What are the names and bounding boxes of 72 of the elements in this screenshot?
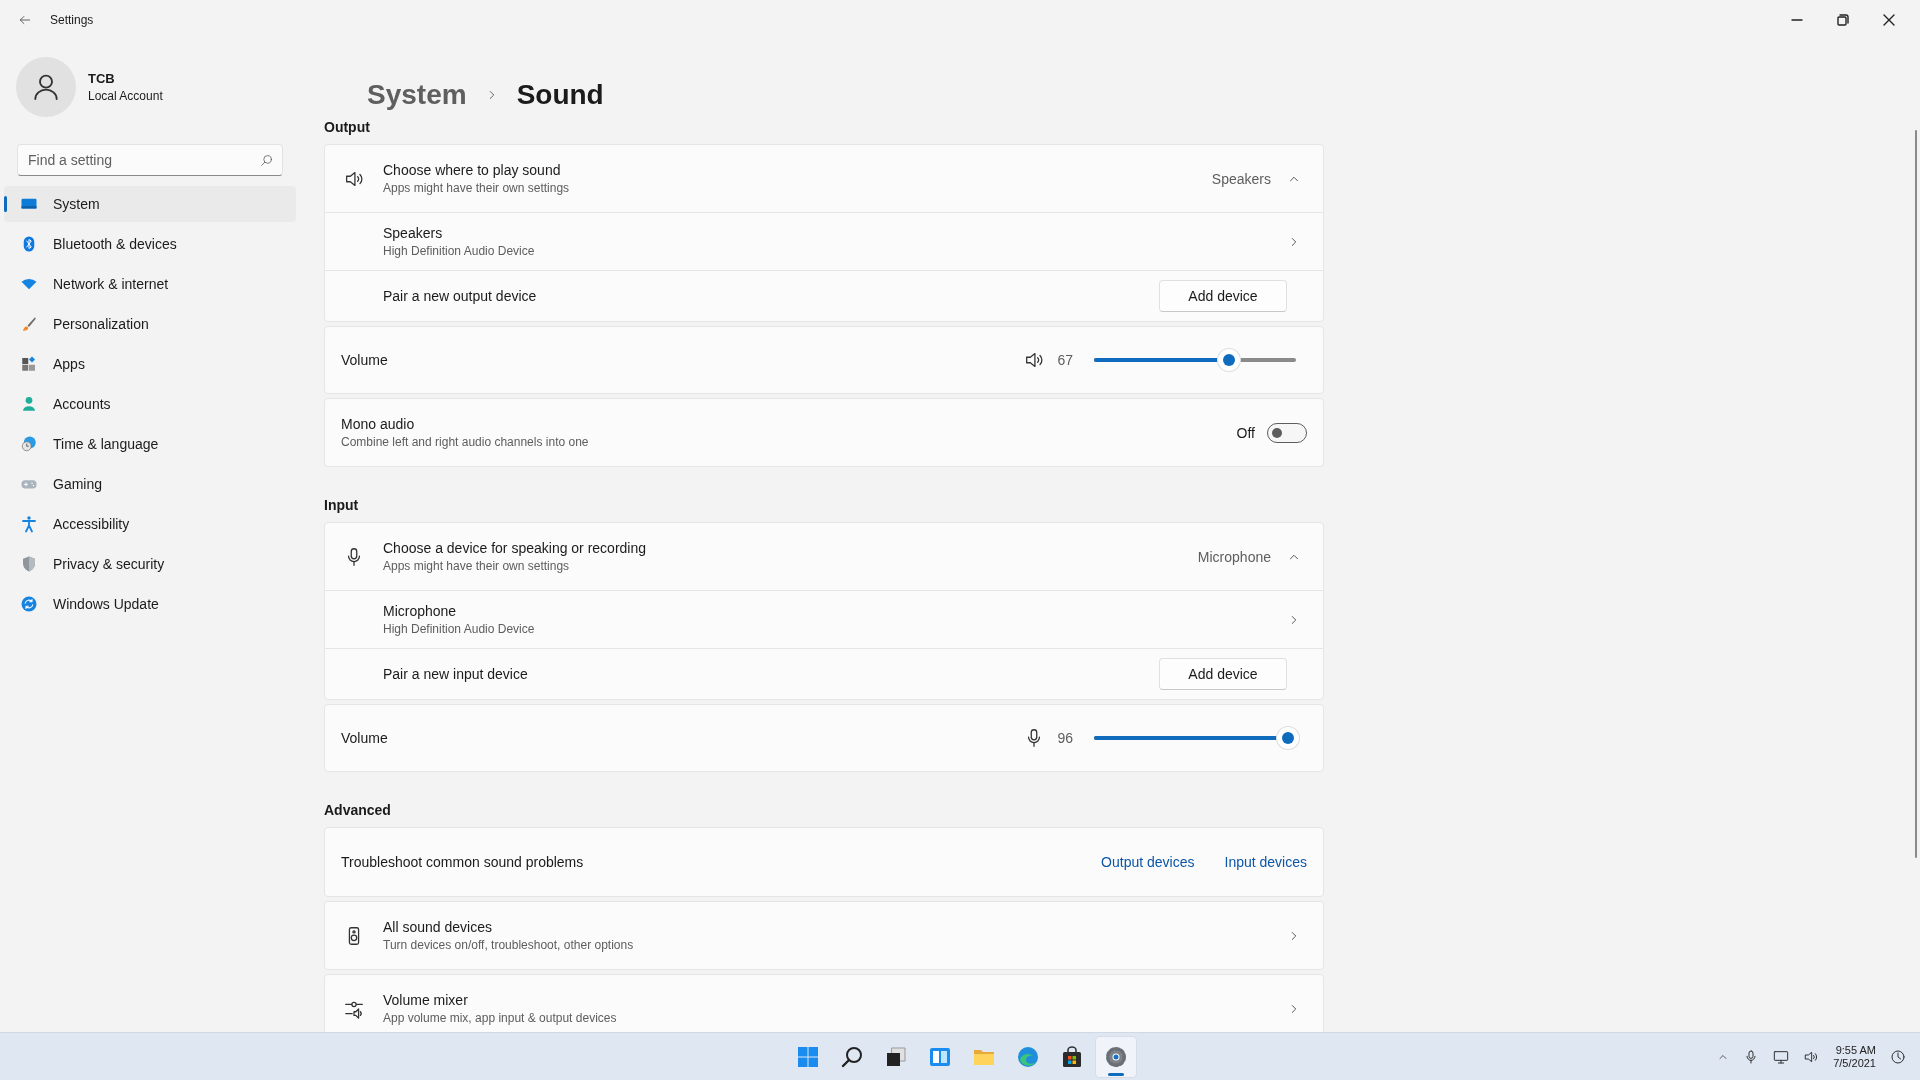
setting-description: Apps might have their own settings (383, 181, 571, 195)
setting-title: Volume mixer (383, 992, 469, 1008)
setting-description: High Definition Audio Device (383, 622, 536, 636)
volume-value: 67 (1057, 352, 1073, 368)
setting-description: Turn devices on/off, troubleshoot, other options (383, 938, 635, 952)
selected-device: Speakers (1211, 170, 1271, 187)
nav-item[interactable]: Network & internet (4, 266, 296, 302)
section-heading: Advanced (324, 801, 392, 820)
scrollbar[interactable] (1915, 130, 1917, 858)
slider-thumb[interactable] (1276, 727, 1299, 749)
nav-item[interactable]: Privacy & security (4, 546, 296, 582)
globe-clock-icon (20, 435, 38, 453)
page-title: Sound (516, 79, 604, 111)
nav-item[interactable]: Windows Update (4, 586, 296, 622)
refresh-icon (20, 595, 38, 613)
account-type: Local Account (88, 89, 163, 103)
add-device-button[interactable]: Add device (1159, 658, 1287, 690)
setting-description: Apps might have their own settings (383, 559, 571, 573)
nav-item[interactable]: Accessibility (4, 506, 296, 542)
apps-icon (20, 355, 38, 373)
link[interactable]: Input devices (1224, 854, 1307, 870)
back-icon[interactable] (18, 13, 32, 27)
close-icon[interactable] (1883, 14, 1895, 26)
setting-title: Volume (341, 730, 389, 746)
toggle-state: Off (1236, 424, 1255, 441)
accessibility-icon (20, 515, 38, 533)
setting-description: App volume mix, app input & output devices (383, 1011, 618, 1025)
start-icon (796, 1045, 820, 1069)
shield-icon (20, 555, 38, 573)
toggle-switch[interactable] (1267, 422, 1307, 443)
setting-title: Microphone (383, 603, 458, 619)
window-title: Settings (50, 13, 95, 27)
setting-description: High Definition Audio Device (383, 244, 536, 258)
person-icon (20, 395, 38, 413)
setting-title: Volume (341, 352, 389, 368)
gear-icon (1104, 1045, 1128, 1069)
widgets-icon (928, 1045, 952, 1069)
nav-item[interactable]: Apps (4, 346, 296, 382)
setting-description: Combine left and right audio channels into one (341, 435, 590, 449)
restore-icon[interactable] (1837, 14, 1849, 26)
setting-title: Choose where to play sound (383, 162, 562, 178)
nav-item[interactable]: Bluetooth & devices (4, 226, 296, 262)
volume-value: 96 (1057, 730, 1073, 746)
nav-item[interactable]: Gaming (4, 466, 296, 502)
section-heading: Input (324, 496, 360, 515)
monitor-icon[interactable] (1773, 1048, 1790, 1065)
link[interactable]: Output devices (1101, 854, 1195, 870)
setting-title: All sound devices (383, 919, 493, 935)
setting-title: Troubleshoot common sound problems (341, 854, 585, 870)
store-bag-icon (1060, 1045, 1084, 1069)
nav-item[interactable]: Personalization (4, 306, 296, 342)
add-device-button[interactable]: Add device (1159, 280, 1287, 312)
setting-title: Choose a device for speaking or recording (383, 540, 648, 556)
setting-title: Mono audio (341, 416, 416, 432)
search-icon (840, 1045, 864, 1069)
setting-title: Speakers (383, 225, 444, 241)
nav-item[interactable]: System (4, 186, 296, 222)
setting-title: Pair a new input device (383, 666, 529, 682)
clock[interactable]: 9:55 AM 7/5/2021 (1833, 1043, 1876, 1070)
setting-title: Pair a new output device (383, 288, 538, 304)
nav-item[interactable]: Time & language (4, 426, 296, 462)
slider-thumb[interactable] (1218, 349, 1241, 371)
selected-device: Microphone (1197, 548, 1271, 565)
brush-icon (20, 315, 38, 333)
breadcrumb-parent[interactable]: System (367, 79, 467, 111)
task-view-icon (884, 1045, 908, 1069)
section-heading: Output (324, 118, 371, 137)
nav-item[interactable]: Accounts (4, 386, 296, 422)
user-name: TCB (88, 71, 116, 86)
browser-icon (1016, 1045, 1040, 1069)
search-icon (260, 154, 273, 167)
search-field[interactable]: Find a setting (17, 144, 283, 176)
